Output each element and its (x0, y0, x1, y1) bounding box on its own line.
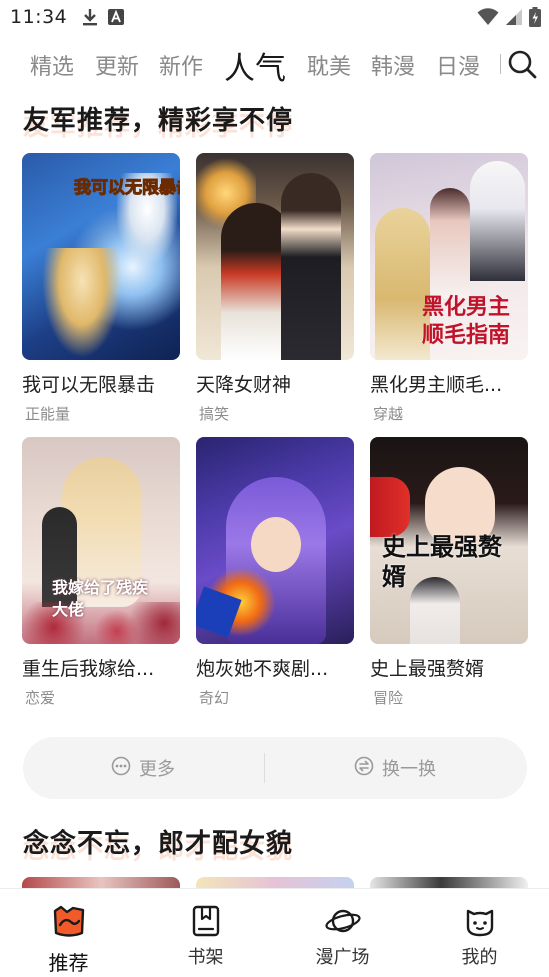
search-icon[interactable] (506, 48, 538, 80)
comic-cover[interactable] (196, 437, 354, 644)
comic-genre-tag: 正能量 (25, 405, 71, 423)
comic-card[interactable]: 天降女财神 搞笑 (196, 153, 354, 424)
nav-plaza-label: 漫广场 (315, 947, 370, 968)
comic-title: 天降女财神 (196, 374, 292, 396)
wifi-icon (477, 8, 499, 30)
swap-icon (354, 756, 374, 781)
cover-title-text: 黑化男主顺毛指南 (422, 294, 511, 348)
comic-cover[interactable]: 我可以无限暴击 (22, 153, 180, 360)
comic-genre-tag: 恋爱 (25, 689, 56, 707)
a-notification-icon (108, 9, 124, 29)
bottom-navigation: 推荐 书架 漫广场 我的 (0, 888, 549, 977)
tab-updates[interactable]: 更新 (95, 49, 139, 81)
refresh-button[interactable]: 换一换 (275, 737, 515, 799)
tab-divider (500, 54, 501, 74)
planet-icon (324, 905, 361, 941)
more-dots-icon (111, 756, 131, 781)
nav-bookshelf[interactable]: 书架 (137, 889, 274, 977)
more-label: 更多 (139, 759, 175, 780)
nav-mine[interactable]: 我的 (411, 889, 548, 977)
more-refresh-bar: 更多 换一换 (23, 737, 527, 799)
bookshelf-icon (191, 905, 221, 941)
tab-new[interactable]: 新作 (159, 49, 203, 81)
tab-featured[interactable]: 精选 (30, 49, 74, 81)
comic-cover[interactable]: 我嫁给了残疾大佬 (22, 437, 180, 644)
comic-card[interactable]: 我嫁给了残疾大佬 重生后我嫁给... 恋爱 (22, 437, 180, 708)
comic-cover[interactable]: 黑化男主顺毛指南 (370, 153, 528, 360)
status-time: 11:34 (10, 6, 68, 28)
more-divider (264, 753, 265, 783)
comic-card[interactable]: 黑化男主顺毛指南 黑化男主顺毛... 穿越 (370, 153, 528, 424)
comic-cover[interactable]: 史上最强赘婿 (370, 437, 528, 644)
cover-title-text: 史上最强赘婿 (382, 532, 502, 591)
comic-cover[interactable] (196, 153, 354, 360)
comic-title: 我可以无限暴击 (22, 374, 156, 396)
more-button[interactable]: 更多 (23, 737, 263, 799)
nav-mine-label: 我的 (461, 947, 498, 968)
recommend-icon (51, 905, 87, 943)
nav-recommend[interactable]: 推荐 (0, 889, 137, 977)
status-bar: 11:34 (0, 0, 549, 36)
comic-card[interactable]: 史上最强赘婿 史上最强赘婿 冒险 (370, 437, 528, 708)
comic-card[interactable]: 炮灰她不爽剧... 奇幻 (196, 437, 354, 708)
comic-card[interactable]: 我可以无限暴击 我可以无限暴击 正能量 (22, 153, 180, 424)
tab-japanese[interactable]: 日漫 (436, 49, 480, 81)
comic-title: 黑化男主顺毛... (370, 374, 503, 396)
section-title-romance: 念念不忘，郎才配女貌 (23, 829, 294, 859)
cover-title-text: 我嫁给了残疾大佬 (52, 578, 149, 619)
tab-korean[interactable]: 韩漫 (371, 49, 415, 81)
tab-bl[interactable]: 耽美 (307, 49, 351, 81)
nav-bookshelf-label: 书架 (187, 947, 224, 968)
refresh-label: 换一换 (382, 759, 436, 780)
cover-title-text: 我可以无限暴击 (74, 178, 181, 199)
comic-genre-tag: 冒险 (373, 689, 404, 707)
comic-genre-tag: 穿越 (373, 405, 404, 423)
comic-title: 史上最强赘婿 (370, 658, 485, 680)
nav-recommend-label: 推荐 (48, 951, 89, 975)
signal-icon (505, 8, 523, 30)
comic-title: 重生后我嫁给... (22, 658, 155, 680)
tab-popular[interactable]: 人气 (224, 43, 286, 88)
cat-face-icon (464, 905, 496, 941)
comic-genre-tag: 奇幻 (199, 689, 230, 707)
download-icon (82, 8, 98, 30)
comic-title: 炮灰她不爽剧... (196, 658, 329, 680)
section-title-recommended: 友军推荐，精彩享不停 (23, 106, 294, 136)
battery-icon (529, 7, 541, 31)
nav-plaza[interactable]: 漫广场 (274, 889, 411, 977)
category-tabs: 精选 更新 新作 人气 耽美 韩漫 日漫 (0, 40, 549, 88)
comic-genre-tag: 搞笑 (199, 405, 230, 423)
